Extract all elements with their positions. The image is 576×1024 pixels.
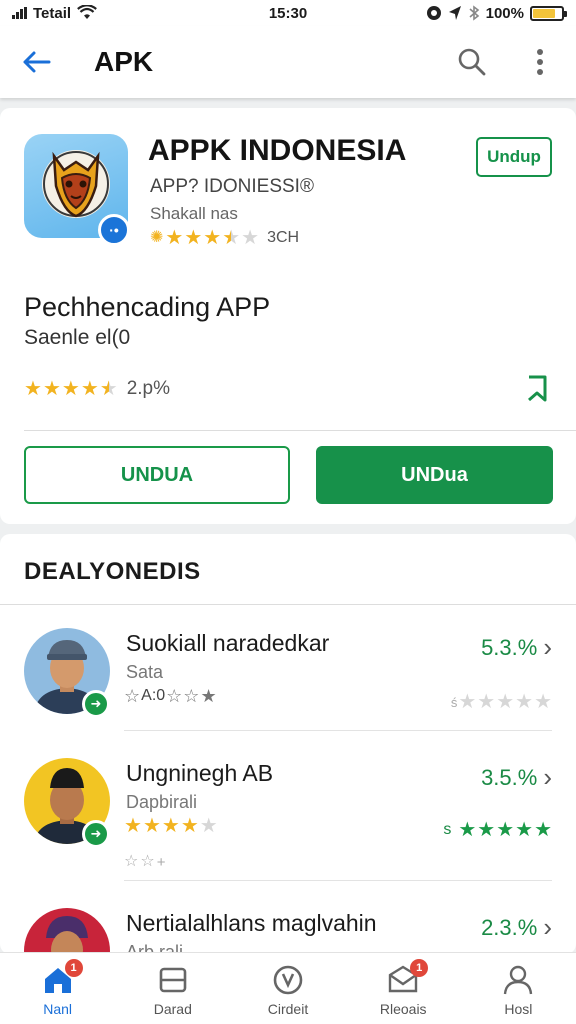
list-item[interactable]: ➜ Ungninegh AB Dapbirali ★ ★ ★ ★ ★ ☆ ☆ + 3.5.%… (0, 752, 576, 882)
star-icon: ★ (61, 378, 80, 400)
circle-icon (271, 963, 305, 997)
item-rating: ☆ A:0 ☆ ☆ ★ (124, 686, 217, 706)
star-icon: ★ (165, 227, 184, 249)
nav-label: Nanl (43, 1001, 72, 1017)
app-title: APPK INDONESIA (148, 134, 407, 167)
star-icon: ★ (241, 227, 260, 249)
install-small-button[interactable]: Undup (476, 137, 552, 177)
item-right-rating: s ★ ★ ★ ★ ★ (443, 819, 552, 841)
divider (24, 430, 576, 431)
developer-list-card: DEALYONEDIS ➜ Suokiall naradedkar Sata ☆… (0, 534, 576, 994)
status-right: 100% (364, 4, 567, 22)
divider (124, 880, 552, 881)
chevron-right-icon: › (543, 912, 552, 942)
search-button[interactable] (452, 42, 492, 82)
location-icon (448, 6, 461, 20)
bookmark-button[interactable] (522, 372, 552, 404)
chevron-right-icon: › (543, 632, 552, 662)
item-title: Suokiall naradedkar (126, 630, 330, 656)
search-icon (458, 48, 486, 76)
item-subtitle: Dapbirali (126, 792, 198, 812)
star-icon: ★ (42, 378, 61, 400)
signal-icon (12, 7, 27, 19)
star-icon: ★ (203, 227, 222, 249)
nav-label: Darad (153, 1001, 192, 1017)
item-rating: ★ ★ ★ ★ ★ (124, 815, 218, 837)
home-icon: 1 (41, 959, 83, 997)
star-icon: ★ (99, 378, 118, 400)
section-rating-text: 2.p% (126, 378, 170, 399)
bluetooth-icon (469, 5, 479, 21)
battery-level (533, 8, 556, 18)
app-developer: Shakall nas (150, 204, 238, 223)
item-right-label: s (443, 821, 452, 838)
item-rating-text: A:0 (141, 687, 166, 704)
star-icon: ★ (184, 227, 203, 249)
nav-badge: 1 (64, 959, 83, 977)
carrier-label: Tetail (33, 4, 72, 22)
battery-percent: 100% (485, 4, 524, 22)
page-title: APK (94, 46, 154, 77)
app-detail-card: ·• APPK INDONESIA Undup APP? IDONIESSI® … (0, 108, 576, 524)
nav-label: Cirdeit (267, 1001, 309, 1017)
section-rating: ★ ★ ★ ★ ★ 2.p% (24, 378, 170, 400)
install-button[interactable]: UNDua (316, 446, 553, 504)
nav-item-home[interactable]: 1 Nanl (0, 953, 115, 1024)
nav-badge: 1 (410, 959, 429, 977)
nav-label: Hosl (504, 1001, 533, 1017)
list-item[interactable]: ➜ Suokiall naradedkar Sata ☆ A:0 ☆ ☆ ★ 5… (0, 622, 576, 752)
nav-label: Rleoais (379, 1001, 427, 1017)
badge-icon: ✺ (150, 229, 164, 246)
item-title: Ungninegh AB (126, 760, 274, 786)
chevron-right-icon: › (543, 762, 552, 792)
bookmark-icon (528, 375, 547, 402)
item-right-rating: ś ★ ★ ★ ★ ★ (450, 691, 552, 713)
person-icon (501, 963, 535, 997)
item-value-text: 5.3.% (481, 634, 538, 660)
bottom-navigation: 1 Nanl Darad Cirdeit 1 Rleoais Hosl (0, 952, 576, 1024)
install-outline-button[interactable]: UNDUA (24, 446, 290, 504)
app-rating-text: 3CH (267, 229, 300, 246)
star-icon: ★ (222, 227, 241, 249)
app-bar: APK (0, 26, 576, 98)
follow-badge-icon: ➜ (82, 820, 110, 848)
status-bar: Tetail 15:30 100% (0, 0, 576, 26)
item-value[interactable]: 3.5.% › (481, 762, 552, 793)
list-icon (156, 963, 190, 997)
mail-icon: 1 (386, 959, 429, 997)
item-value-text: 3.5.% (481, 764, 538, 790)
alarm-icon (426, 6, 441, 20)
back-button[interactable] (16, 42, 56, 82)
status-left: Tetail (12, 5, 212, 22)
star-rating: ★ ★ ★ ★ ★ (165, 228, 259, 248)
status-time: 15:30 (268, 4, 308, 22)
star-icon: ★ (24, 378, 42, 400)
arrow-left-icon (23, 51, 51, 73)
nav-item-circle[interactable]: Cirdeit (230, 953, 345, 1024)
more-vertical-icon (537, 49, 543, 75)
app-subtitle: APP? IDONIESSI® (150, 176, 314, 197)
battery-icon (530, 5, 567, 21)
wifi-icon (77, 5, 97, 19)
item-value-text: 2.3.% (481, 914, 538, 940)
item-subtitle: Sata (126, 662, 164, 682)
divider (124, 730, 552, 731)
star-icon: ★ (80, 378, 99, 400)
more-options-button[interactable] (520, 42, 560, 82)
item-value[interactable]: 5.3.% › (481, 632, 552, 663)
nav-item-list[interactable]: Darad (115, 953, 230, 1024)
verified-badge-icon: ·• (98, 214, 130, 246)
item-value[interactable]: 2.3.% › (481, 912, 552, 943)
divider (0, 604, 576, 605)
nav-item-mail[interactable]: 1 Rleoais (346, 953, 461, 1024)
app-rating: ✺ ★ ★ ★ ★ ★ 3CH (150, 228, 299, 248)
star-rating: ★ ★ ★ ★ ★ (24, 379, 118, 399)
nav-item-profile[interactable]: Hosl (461, 953, 576, 1024)
follow-badge-icon: ➜ (82, 690, 110, 718)
section-subtitle: Saenle el(0 (24, 326, 131, 349)
section-title: Pechhencading APP (24, 292, 271, 322)
list-header: DEALYONEDIS (24, 558, 201, 585)
item-rating-secondary: ☆ ☆ + (124, 853, 166, 871)
item-title: Nertialalhlans maglvahin (126, 910, 377, 936)
